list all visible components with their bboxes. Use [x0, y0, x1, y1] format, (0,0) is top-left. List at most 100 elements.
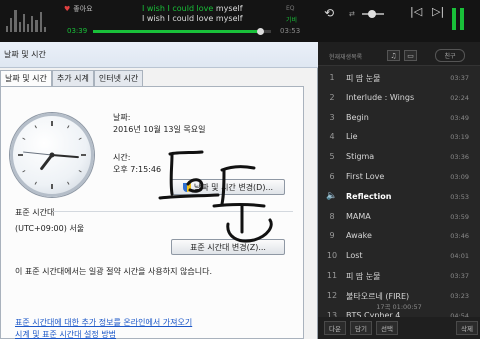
- repeat-icon[interactable]: ⟲: [324, 7, 334, 19]
- track-row[interactable]: 3 Begin 03:49: [318, 109, 480, 129]
- track-number: 4: [329, 132, 335, 142]
- download-button[interactable]: 다운: [324, 321, 346, 335]
- progress-fill: [93, 30, 261, 33]
- playlist-header: 현재재생목록 ♫ ▭ 친구: [318, 42, 480, 66]
- change-date-time-button[interactable]: 날짜 및 시간 변경(D)...: [171, 179, 285, 195]
- progress-bar[interactable]: [93, 28, 271, 35]
- now-playing-speaker-icon: 🔈: [326, 190, 338, 201]
- time-value: 오후 7:15:46: [113, 165, 162, 174]
- track-number: 8: [329, 211, 335, 221]
- clock-tick: [78, 137, 82, 140]
- track-row[interactable]: 11 피 땀 눈물 03:37: [318, 267, 480, 287]
- track-number: 1: [329, 73, 335, 82]
- lyric-line-next: I wish I could love myself: [142, 14, 243, 23]
- track-row[interactable]: 6 First Love 03:09: [318, 168, 480, 188]
- track-row[interactable]: 9 Awake 03:46: [318, 227, 480, 247]
- dst-note: 이 표준 시간대에서는 일광 절약 시간을 사용하지 않습니다.: [15, 267, 212, 276]
- track-row[interactable]: 2 Interlude : Wings 02:24: [318, 89, 480, 109]
- elapsed-time: 03:39: [67, 27, 88, 35]
- track-list: 1 피 땀 눈물 03:37 2 Interlude : Wings 02:24 3 Be…: [318, 69, 480, 326]
- track-duration: 03:23: [450, 291, 469, 300]
- track-duration: 03:59: [450, 212, 469, 221]
- playlist-footer: 다운 담기 선택 삭제: [318, 317, 480, 339]
- tab-internet-time[interactable]: 인터넷 시간: [93, 70, 144, 86]
- timezone-divider: [53, 211, 293, 212]
- track-duration: 04:01: [450, 252, 469, 261]
- clock-tick: [22, 137, 26, 140]
- clock-minute-hand: [51, 154, 79, 159]
- select-button[interactable]: 선택: [376, 321, 398, 335]
- track-row-now-playing[interactable]: 🔈 Reflection 03:53: [318, 188, 480, 208]
- lyric-line-current-rest: myself: [215, 4, 243, 13]
- clock-tick: [22, 170, 26, 173]
- volume-slider[interactable]: [362, 10, 384, 18]
- clock-hour-hand: [40, 153, 54, 170]
- date-value: 2016년 10월 13일 목요일: [113, 125, 206, 134]
- track-duration: 03:37: [450, 74, 469, 82]
- track-title: Lost: [346, 251, 363, 261]
- track-row[interactable]: 8 MAMA 03:59: [318, 208, 480, 228]
- track-title: Reflection: [346, 191, 392, 201]
- clock-tick: [78, 170, 82, 173]
- date-label: 날짜:: [113, 113, 131, 122]
- track-duration: 03:19: [450, 133, 469, 142]
- clock-hands: [18, 121, 86, 189]
- progress-handle[interactable]: [257, 28, 265, 35]
- friend-button[interactable]: 친구: [435, 49, 465, 62]
- delete-button[interactable]: 삭제: [456, 321, 478, 335]
- track-title: 피 땀 눈물: [346, 74, 381, 83]
- track-row[interactable]: 1 피 땀 눈물 03:37: [318, 69, 480, 89]
- eq-value[interactable]: 기비: [286, 15, 297, 24]
- track-duration: 03:37: [450, 271, 469, 280]
- tab-date-time[interactable]: 날짜 및 시간: [0, 70, 52, 87]
- track-title: MAMA: [346, 211, 371, 221]
- dialog-body: 날짜: 2016년 10월 13일 목요일 시간: 오후 7:15:46 날짜 …: [0, 86, 304, 339]
- track-number: 9: [329, 231, 335, 241]
- shuffle-icon[interactable]: ⇄: [349, 8, 355, 20]
- dialog-tabs: 날짜 및 시간 추가 시계 인터넷 시간: [0, 70, 144, 87]
- music-note-icon[interactable]: ♫: [387, 50, 400, 61]
- timezone-value: (UTC+09:00) 서울: [15, 224, 85, 233]
- track-title: Awake: [346, 231, 372, 241]
- pause-icon[interactable]: [452, 8, 466, 30]
- time-label: 시간:: [113, 153, 131, 162]
- playlist-panel: 현재재생목록 ♫ ▭ 친구 1 피 땀 눈물 03:37 2 Interlude : …: [318, 42, 480, 339]
- track-title: First Love: [346, 171, 385, 181]
- friend-button-label: 친구: [444, 53, 456, 60]
- like-button[interactable]: ♥ 좋아요: [64, 4, 93, 14]
- lyric-line-next-rest: myself: [215, 14, 243, 23]
- playlist-status: 17곡 01:00:57: [376, 303, 422, 311]
- previous-track-icon[interactable]: |◁: [410, 6, 422, 18]
- track-row[interactable]: 10 Lost 04:01: [318, 247, 480, 267]
- track-title: Lie: [346, 132, 358, 142]
- add-to-list-button[interactable]: 담기: [350, 321, 372, 335]
- date-time-dialog: 날짜 및 시간 날짜 및 시간 추가 시계 인터넷 시간 날짜: 2016년 1…: [0, 42, 318, 339]
- track-duration: 02:24: [450, 93, 469, 102]
- clock-tick: [34, 181, 37, 185]
- like-label: 좋아요: [73, 5, 93, 13]
- clock-tick: [34, 125, 37, 129]
- video-icon[interactable]: ▭: [404, 50, 417, 61]
- track-number: 2: [329, 92, 335, 102]
- track-duration: 03:53: [450, 192, 469, 201]
- eq-label[interactable]: EQ: [286, 5, 295, 12]
- tab-additional-clocks[interactable]: 추가 시계: [51, 70, 94, 86]
- track-duration: 03:49: [450, 113, 469, 122]
- volume-handle[interactable]: [367, 10, 376, 18]
- online-timezone-info-link[interactable]: 표준 시간대에 대한 추가 정보를 온라인에서 가져오기: [15, 317, 192, 328]
- next-track-icon[interactable]: ▷|: [432, 6, 444, 18]
- clock-settings-help-link[interactable]: 시계 및 표준 시간대 설정 방법: [15, 329, 116, 339]
- track-number: 5: [329, 152, 335, 162]
- track-number: 11: [326, 270, 338, 280]
- change-timezone-button[interactable]: 표준 시간대 변경(Z)...: [171, 239, 285, 255]
- track-row[interactable]: 5 Stigma 03:36: [318, 148, 480, 168]
- heart-icon: ♥: [64, 5, 71, 13]
- track-row[interactable]: 4 Lie 03:19: [318, 128, 480, 148]
- track-number: 10: [326, 251, 338, 261]
- track-title: Interlude : Wings: [346, 92, 415, 102]
- track-number: 6: [329, 171, 335, 181]
- uac-shield-icon: [182, 182, 191, 192]
- track-number: 12: [326, 290, 338, 300]
- playlist-header-label: 현재재생목록: [329, 54, 363, 61]
- analog-clock: [10, 113, 94, 197]
